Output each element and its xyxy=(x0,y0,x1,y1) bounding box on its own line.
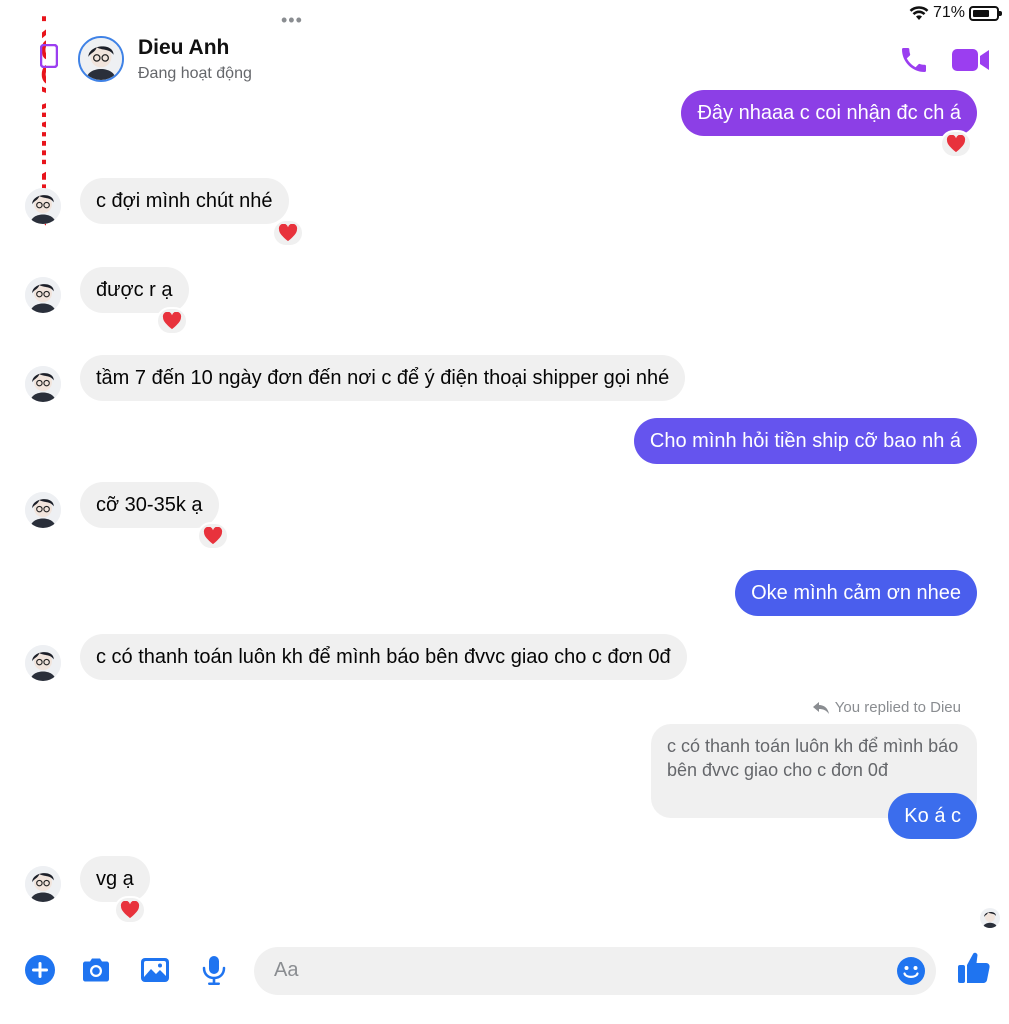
heart-reaction[interactable] xyxy=(197,522,229,550)
reply-arrow-icon xyxy=(812,701,829,714)
heart-reaction[interactable] xyxy=(940,130,972,158)
heart-reaction[interactable] xyxy=(156,307,188,335)
heart-reaction[interactable] xyxy=(272,219,304,247)
image-icon[interactable] xyxy=(139,954,171,986)
wifi-icon xyxy=(909,6,929,20)
message-text: Cho mình hỏi tiền ship cỡ bao nh á xyxy=(649,430,961,452)
message-text: c có thanh toán luôn kh để mình báo bên … xyxy=(96,646,671,668)
heart-reaction[interactable] xyxy=(114,896,146,924)
input-placeholder: Aa xyxy=(274,959,299,981)
avatar-image xyxy=(25,188,61,224)
heart-icon xyxy=(203,527,223,545)
sender-avatar[interactable] xyxy=(25,492,61,528)
message-text: tầm 7 đến 10 ngày đơn đến nơi c để ý điệ… xyxy=(96,367,670,389)
battery-percent: 71% xyxy=(932,4,965,21)
incoming-message[interactable]: c có thanh toán luôn kh để mình báo bên … xyxy=(80,634,687,680)
active-status: Đang hoạt động xyxy=(138,65,252,82)
outgoing-message[interactable]: Oke mình cảm ơn nhee xyxy=(735,570,977,616)
avatar-image xyxy=(25,866,61,902)
message-text: c đợi mình chút nhé xyxy=(96,190,273,212)
avatar-image xyxy=(25,277,61,313)
emoji-icon[interactable] xyxy=(896,956,926,986)
seen-receipt-avatar xyxy=(980,908,1000,928)
back-icon[interactable] xyxy=(40,44,58,68)
sender-avatar[interactable] xyxy=(25,645,61,681)
outgoing-message[interactable]: Cho mình hỏi tiền ship cỡ bao nh á xyxy=(633,418,977,464)
sender-avatar[interactable] xyxy=(25,188,61,224)
message-text: Oke mình cảm ơn nhee xyxy=(751,582,961,604)
status-bar: 71% xyxy=(909,4,1002,22)
heart-icon xyxy=(946,135,966,153)
video-camera-icon[interactable] xyxy=(952,47,990,73)
avatar-image xyxy=(25,645,61,681)
avatar-image xyxy=(25,366,61,402)
sender-avatar[interactable] xyxy=(25,366,61,402)
thumbs-up-icon[interactable] xyxy=(956,950,992,986)
outgoing-message[interactable]: Ko á c xyxy=(888,793,977,839)
heart-icon xyxy=(162,312,182,330)
avatar-image xyxy=(80,38,122,80)
outgoing-message[interactable]: Đây nhaaa c coi nhận đc ch á xyxy=(681,90,977,136)
incoming-message[interactable]: c đợi mình chút nhé xyxy=(80,178,289,224)
plus-icon[interactable] xyxy=(24,954,56,986)
contact-avatar[interactable] xyxy=(78,36,124,82)
incoming-message[interactable]: vg ạ xyxy=(80,856,150,902)
message-text: Ko á c xyxy=(904,805,961,827)
camera-icon[interactable] xyxy=(80,954,112,986)
avatar-image xyxy=(980,908,1000,928)
reply-indicator: You replied to Dieu xyxy=(812,699,961,716)
incoming-message[interactable]: cỡ 30-35k ạ xyxy=(80,482,219,528)
heart-icon xyxy=(278,224,298,242)
quoted-text: c có thanh toán luôn kh để mình báo bên … xyxy=(667,736,959,780)
sender-avatar[interactable] xyxy=(25,866,61,902)
microphone-icon[interactable] xyxy=(198,954,230,986)
incoming-message[interactable]: tầm 7 đến 10 ngày đơn đến nơi c để ý điệ… xyxy=(80,355,686,401)
message-text: Đây nhaaa c coi nhận đc ch á xyxy=(697,102,961,124)
heart-icon xyxy=(120,901,140,919)
battery-icon xyxy=(969,5,1002,21)
avatar-image xyxy=(25,492,61,528)
message-text: được r ạ xyxy=(96,279,173,301)
message-text: cỡ 30-35k ạ xyxy=(96,494,203,516)
message-input[interactable]: Aa xyxy=(254,947,936,995)
sender-avatar[interactable] xyxy=(25,277,61,313)
contact-name[interactable]: Dieu Anh xyxy=(138,36,229,60)
message-text: vg ạ xyxy=(96,868,134,890)
phone-icon[interactable] xyxy=(898,44,930,76)
reply-meta-text: You replied to Dieu xyxy=(834,699,961,716)
